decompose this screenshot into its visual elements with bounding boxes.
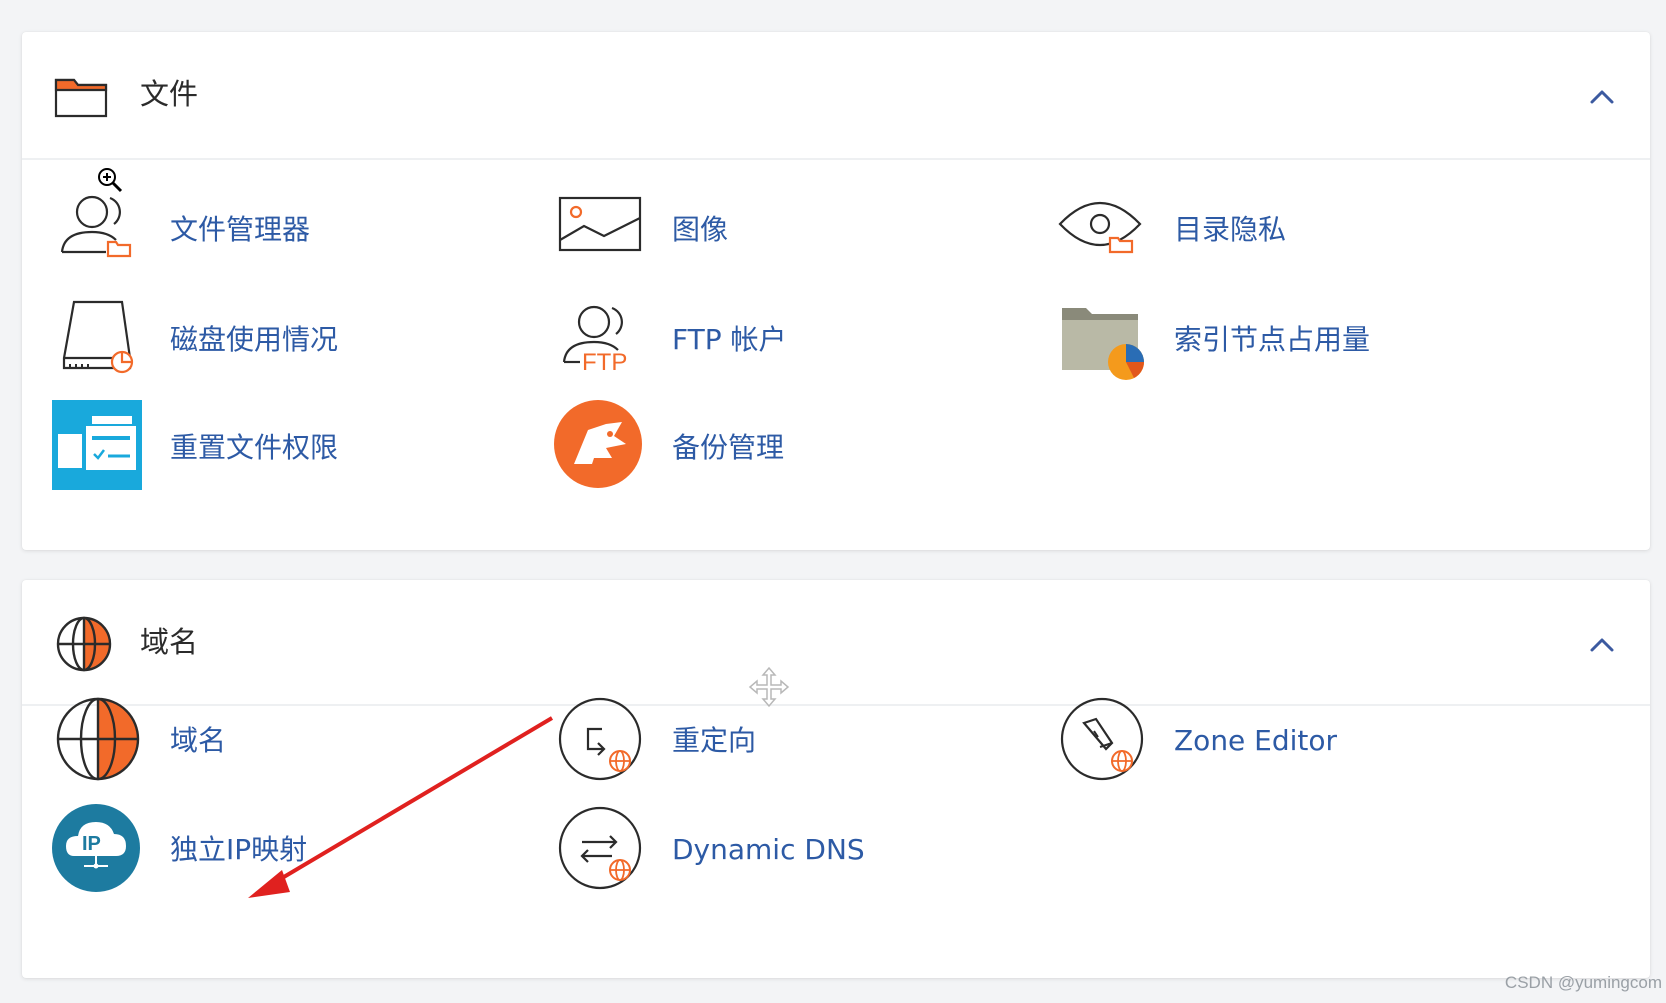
page: 文件 文件管理器 图像 目录隐私 磁盘使用情况 FTP FTP 帐户 索引节点占…: [0, 0, 1666, 1003]
ftp-accounts-item[interactable]: FTP FTP 帐户: [554, 292, 1034, 392]
files-panel-header[interactable]: 文件: [22, 32, 1650, 160]
redirects-item[interactable]: 重定向: [554, 693, 1034, 793]
files-panel: 文件 文件管理器 图像 目录隐私 磁盘使用情况 FTP FTP 帐户 索引节点占…: [22, 32, 1650, 550]
dynamic-dns-item[interactable]: Dynamic DNS: [554, 802, 1034, 902]
domains-globe-icon: [56, 697, 140, 781]
disk-usage-item[interactable]: 磁盘使用情况: [52, 292, 532, 392]
inode-usage-icon: [1062, 308, 1144, 380]
backup-manager-label[interactable]: 备份管理: [672, 428, 784, 468]
move-cursor-icon: [748, 666, 790, 708]
backup-manager-item[interactable]: 备份管理: [554, 400, 1034, 500]
domains-panel: 域名 域名 重定向 Zone Editor IP 独立IP映射 Dynamic …: [22, 580, 1650, 978]
chevron-up-icon[interactable]: [1582, 76, 1622, 116]
reset-permissions-label[interactable]: 重置文件权限: [170, 428, 338, 468]
svg-text:IP: IP: [82, 833, 101, 855]
images-label[interactable]: 图像: [672, 210, 728, 250]
zone-editor-label[interactable]: Zone Editor: [1174, 721, 1337, 761]
file-manager-icon: [60, 195, 132, 258]
backup-manager-icon: [554, 400, 642, 488]
dedicated-ip-label[interactable]: 独立IP映射: [170, 830, 307, 870]
dynamic-dns-label[interactable]: Dynamic DNS: [672, 830, 865, 870]
images-item[interactable]: 图像: [554, 182, 1034, 282]
disk-usage-icon: [62, 300, 134, 374]
svg-text:FTP: FTP: [582, 349, 627, 376]
domains-panel-header[interactable]: 域名: [22, 580, 1650, 706]
reset-permissions-icon: [52, 400, 142, 490]
directory-privacy-icon: [1058, 202, 1142, 254]
domains-item[interactable]: 域名: [52, 693, 532, 793]
chevron-up-icon[interactable]: [1582, 624, 1622, 664]
redirects-label[interactable]: 重定向: [672, 721, 756, 761]
redirects-icon: [558, 697, 642, 781]
globe-icon: [56, 616, 112, 672]
dedicated-ip-icon: IP: [52, 804, 140, 892]
zone-editor-icon: [1060, 697, 1144, 781]
zone-editor-item[interactable]: Zone Editor: [1056, 693, 1536, 793]
ftp-accounts-label[interactable]: FTP 帐户: [672, 320, 787, 360]
images-icon: [558, 196, 642, 252]
zoom-cursor-icon: [98, 168, 123, 193]
inode-usage-item[interactable]: 索引节点占用量: [1056, 292, 1536, 392]
disk-usage-label[interactable]: 磁盘使用情况: [170, 320, 338, 360]
file-manager-label[interactable]: 文件管理器: [170, 210, 310, 250]
ftp-accounts-icon: FTP: [562, 305, 627, 376]
directory-privacy-item[interactable]: 目录隐私: [1056, 182, 1536, 282]
directory-privacy-label[interactable]: 目录隐私: [1174, 210, 1286, 250]
file-manager-item[interactable]: 文件管理器: [52, 182, 532, 282]
files-section-title: 文件: [140, 77, 199, 111]
domains-label[interactable]: 域名: [170, 721, 226, 761]
inode-usage-label[interactable]: 索引节点占用量: [1174, 320, 1370, 360]
dedicated-ip-item[interactable]: IP 独立IP映射: [52, 802, 532, 902]
dynamic-dns-icon: [558, 806, 642, 890]
domains-section-title: 域名: [140, 625, 199, 659]
folder-icon: [54, 78, 108, 118]
reset-permissions-item[interactable]: 重置文件权限: [52, 400, 532, 500]
watermark: CSDN @yumingcom: [1504, 973, 1662, 992]
